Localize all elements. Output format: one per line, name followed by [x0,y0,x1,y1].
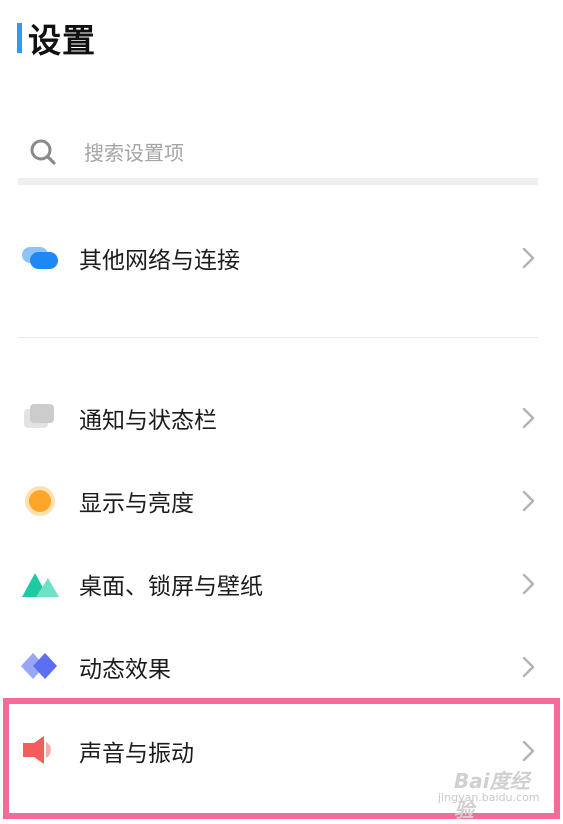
chevron-right-icon [522,490,535,512]
wallpaper-icon [22,573,59,597]
chevron-right-icon [522,656,535,678]
watermark: Bai度经验 jingyan.baidu.com [438,765,548,822]
chevron-right-icon [522,407,535,429]
display-brightness-icon [25,486,55,516]
section-divider [18,337,538,338]
page-title: 设置 [28,21,96,60]
settings-item-other-network[interactable]: 其他网络与连接 [0,223,563,293]
search-icon [30,139,56,165]
settings-item-label: 其他网络与连接 [79,248,240,274]
motion-effects-icon [21,653,57,679]
settings-item-label: 桌面、锁屏与壁纸 [79,574,263,600]
search-box[interactable] [18,128,538,178]
network-connection-icon [22,247,58,269]
title-accent-bar [17,23,22,53]
chevron-right-icon [522,247,535,269]
chevron-right-icon [522,573,535,595]
search-input[interactable] [82,140,486,166]
settings-item-label: 动态效果 [79,657,171,683]
search-separator [18,178,538,185]
settings-item-notifications[interactable]: 通知与状态栏 [0,383,563,453]
watermark-site: jingyan.baidu.com [438,791,540,804]
settings-item-display[interactable]: 显示与亮度 [0,466,563,536]
notification-icon [24,404,54,428]
settings-item-wallpaper[interactable]: 桌面、锁屏与壁纸 [0,549,563,619]
settings-item-label: 显示与亮度 [79,491,194,517]
settings-item-label: 通知与状态栏 [79,408,217,434]
page-header: 设置 [17,20,96,60]
settings-item-motion-effects[interactable]: 动态效果 [0,632,563,702]
